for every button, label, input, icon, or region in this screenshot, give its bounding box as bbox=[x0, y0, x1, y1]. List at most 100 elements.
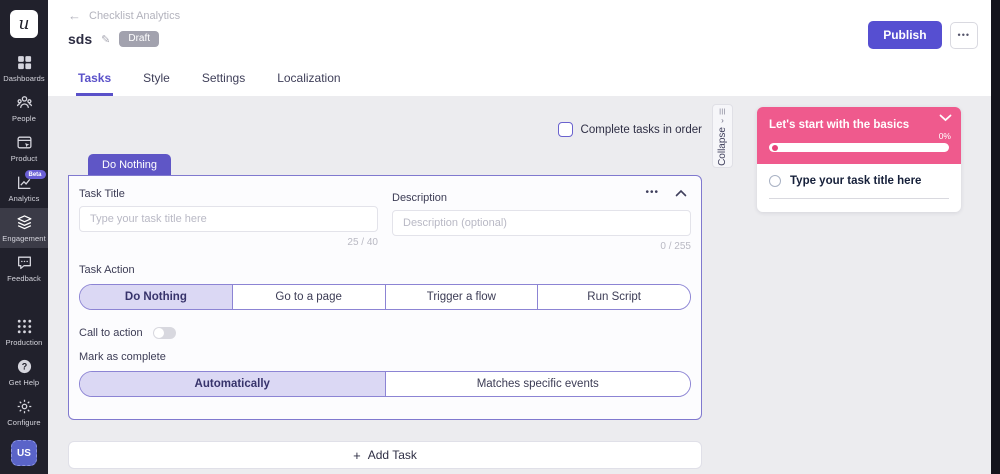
sidebar-item-label: Analytics bbox=[9, 194, 40, 203]
complete-order-label: Complete tasks in order bbox=[581, 124, 702, 136]
header-actions: Publish ••• bbox=[868, 21, 978, 49]
toggle-knob bbox=[154, 328, 164, 338]
sidebar-item-label: People bbox=[12, 114, 36, 123]
sidebar-item-label: Configure bbox=[7, 418, 40, 427]
content-area: Complete tasks in order Do Nothing ••• T… bbox=[48, 96, 1000, 474]
checklist-header: Let's start with the basics 0% bbox=[757, 107, 961, 164]
progress-fill-dot bbox=[772, 145, 778, 151]
task-title-label: Task Title bbox=[79, 188, 378, 200]
main-area: ← Checklist Analytics sds ✎ Draft Tasks … bbox=[48, 0, 1000, 474]
feedback-icon bbox=[16, 254, 33, 271]
back-arrow-icon: ← bbox=[68, 9, 81, 22]
action-option-run-script[interactable]: Run Script bbox=[538, 285, 690, 309]
sidebar-item-label: Feedback bbox=[7, 274, 41, 283]
checklist-task-item[interactable]: Type your task title here bbox=[769, 175, 949, 187]
title-row: sds ✎ Draft bbox=[68, 31, 980, 47]
description-counter: 0 / 255 bbox=[392, 241, 691, 252]
user-avatar[interactable]: US bbox=[11, 440, 37, 466]
sidebar-item-dashboards[interactable]: Dashboards bbox=[0, 48, 48, 88]
checklist-title: Let's start with the basics bbox=[769, 118, 949, 132]
sidebar-item-product[interactable]: Product bbox=[0, 128, 48, 168]
more-options-button[interactable]: ••• bbox=[950, 22, 978, 49]
collapse-label: Collapse bbox=[717, 127, 728, 166]
action-option-trigger-flow[interactable]: Trigger a flow bbox=[386, 285, 539, 309]
sidebar-item-label: Get Help bbox=[9, 378, 39, 387]
product-icon bbox=[16, 134, 33, 151]
breadcrumb-label: Checklist Analytics bbox=[89, 10, 180, 22]
tab-localization[interactable]: Localization bbox=[275, 65, 342, 96]
sidebar-item-get-help[interactable]: ? Get Help bbox=[0, 352, 48, 392]
mark-complete-segmented: Automatically Matches specific events bbox=[79, 371, 691, 397]
task-action-segmented: Do Nothing Go to a page Trigger a flow R… bbox=[79, 284, 691, 310]
complete-order-row: Complete tasks in order bbox=[68, 122, 702, 137]
complete-option-automatically[interactable]: Automatically bbox=[80, 372, 386, 396]
gear-icon bbox=[16, 398, 33, 415]
tab-style[interactable]: Style bbox=[141, 65, 172, 96]
description-input[interactable] bbox=[392, 210, 691, 236]
collapse-panel-handle[interactable]: ||| › Collapse bbox=[712, 104, 733, 168]
add-task-label: Add Task bbox=[368, 448, 417, 462]
collapse-card-icon[interactable] bbox=[675, 189, 687, 197]
page-header: ← Checklist Analytics sds ✎ Draft Tasks … bbox=[48, 0, 1000, 96]
window-edge bbox=[991, 0, 1000, 474]
progress-percent: 0% bbox=[939, 131, 951, 141]
checklist-body: Type your task title here bbox=[757, 164, 961, 212]
complete-order-checkbox[interactable] bbox=[558, 122, 573, 137]
divider bbox=[769, 198, 949, 199]
tab-tasks[interactable]: Tasks bbox=[76, 65, 113, 96]
chevron-right-icon: › bbox=[721, 117, 724, 125]
call-to-action-toggle[interactable] bbox=[153, 327, 176, 339]
edit-title-icon[interactable]: ✎ bbox=[101, 33, 110, 46]
checklist-task-label: Type your task title here bbox=[790, 175, 921, 187]
sidebar-item-production[interactable]: Production bbox=[0, 312, 48, 352]
task-radio-circle bbox=[769, 175, 781, 187]
sidebar-item-feedback[interactable]: Feedback bbox=[0, 248, 48, 288]
action-option-go-to-page[interactable]: Go to a page bbox=[233, 285, 386, 309]
task-title-counter: 25 / 40 bbox=[79, 237, 378, 248]
task-fields-row: Task Title 25 / 40 Description 0 / 255 bbox=[79, 188, 691, 252]
page-title: sds bbox=[68, 31, 92, 47]
sidebar-item-label: Product bbox=[11, 154, 38, 163]
task-item-tab[interactable]: Do Nothing bbox=[88, 154, 171, 175]
mark-complete-label: Mark as complete bbox=[79, 351, 691, 363]
complete-option-specific-events[interactable]: Matches specific events bbox=[386, 372, 691, 396]
task-more-icon[interactable]: ••• bbox=[645, 188, 659, 198]
grip-icon: ||| bbox=[719, 109, 726, 116]
task-card: ••• Task Title 25 / 40 Description 0 / bbox=[68, 175, 702, 420]
tab-bar: Tasks Style Settings Localization bbox=[76, 65, 980, 96]
sidebar-item-engagement[interactable]: Engagement bbox=[0, 208, 48, 248]
breadcrumb-back[interactable]: ← Checklist Analytics bbox=[68, 9, 180, 22]
engagement-layers-icon bbox=[16, 214, 33, 231]
people-icon bbox=[16, 94, 33, 111]
plus-icon: + bbox=[353, 448, 361, 463]
sidebar-item-people[interactable]: People bbox=[0, 88, 48, 128]
tab-settings[interactable]: Settings bbox=[200, 65, 247, 96]
task-editor-column: Complete tasks in order Do Nothing ••• T… bbox=[48, 96, 702, 474]
task-title-input[interactable] bbox=[79, 206, 378, 232]
dashboards-icon bbox=[16, 54, 33, 71]
task-card-actions: ••• bbox=[645, 188, 687, 198]
sidebar-item-label: Dashboards bbox=[3, 74, 44, 83]
checklist-preview-card: Let's start with the basics 0% Type your… bbox=[757, 107, 961, 212]
call-to-action-row: Call to action bbox=[79, 327, 691, 339]
progress-bar bbox=[769, 143, 949, 152]
sidebar-item-label: Production bbox=[6, 338, 43, 347]
status-badge: Draft bbox=[119, 31, 159, 47]
action-option-do-nothing[interactable]: Do Nothing bbox=[80, 285, 233, 309]
task-title-field: Task Title 25 / 40 bbox=[79, 188, 378, 252]
sidebar-item-analytics[interactable]: Beta Analytics bbox=[0, 168, 48, 208]
sidebar-item-label: Engagement bbox=[2, 234, 46, 243]
sidebar-item-configure[interactable]: Configure bbox=[0, 392, 48, 432]
help-icon: ? bbox=[16, 358, 33, 375]
add-task-button[interactable]: + Add Task bbox=[68, 441, 702, 469]
analytics-icon: Beta bbox=[16, 174, 33, 191]
userpilot-logo[interactable]: u bbox=[10, 10, 38, 38]
task-action-label: Task Action bbox=[79, 264, 691, 276]
chevron-down-icon[interactable] bbox=[939, 114, 952, 122]
sidebar: u Dashboards People Product bbox=[0, 0, 48, 474]
beta-badge: Beta bbox=[25, 170, 46, 179]
svg-text:?: ? bbox=[21, 362, 27, 372]
checklist-preview-column: Let's start with the basics 0% Type your… bbox=[733, 96, 1000, 474]
call-to-action-label: Call to action bbox=[79, 327, 143, 339]
publish-button[interactable]: Publish bbox=[868, 21, 941, 49]
